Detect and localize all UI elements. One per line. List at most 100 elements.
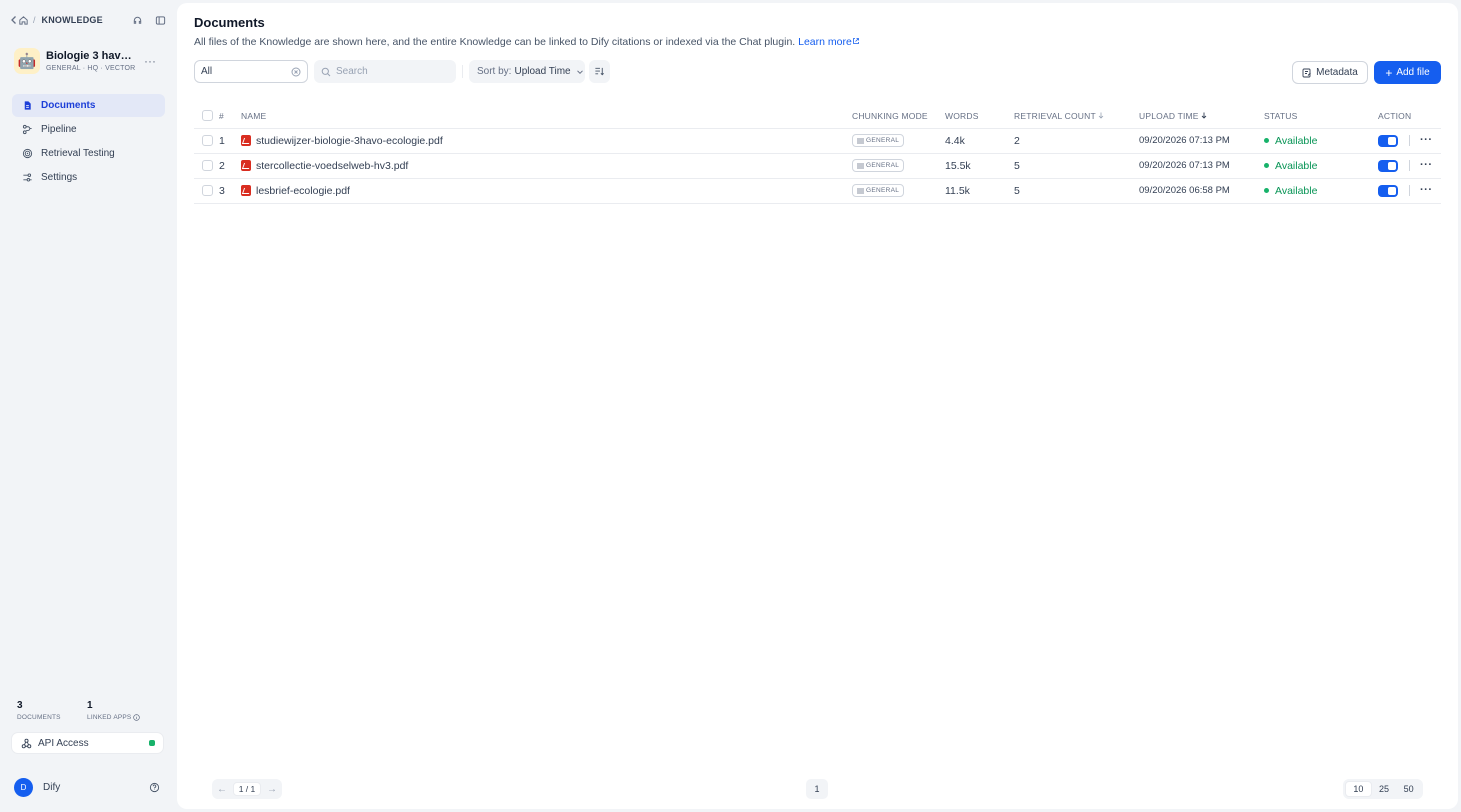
table-row[interactable]: 3 lesbrief-ecologie.pdf GENERAL 11.5k 5 …: [194, 178, 1441, 204]
pipeline-icon: [22, 124, 32, 135]
user-name: Dify: [43, 781, 61, 793]
more-icon[interactable]: ···: [1420, 185, 1433, 197]
table-row[interactable]: 1 studiewijzer-biologie-3havo-ecologie.p…: [194, 128, 1441, 154]
status-label: Available: [1275, 159, 1318, 172]
add-file-button[interactable]: + Add file: [1374, 61, 1441, 84]
info-icon[interactable]: [133, 714, 141, 721]
metadata-icon: [1302, 68, 1311, 77]
header-retrieval-count[interactable]: RETRIEVAL COUNT: [1014, 104, 1139, 129]
learn-more-label: Learn more: [798, 36, 852, 48]
stat-linked-apps-label: LINKED APPS: [87, 714, 132, 721]
action-divider: [1409, 160, 1410, 172]
row-checkbox[interactable]: [202, 160, 213, 172]
sort-direction-button[interactable]: [589, 60, 610, 83]
row-upload-time: 09/20/2026 06:58 PM: [1139, 178, 1264, 204]
row-name: studiewijzer-biologie-3havo-ecologie.pdf: [256, 134, 443, 147]
row-retrieval-count: 5: [1014, 153, 1139, 179]
stat-documents-value: 3: [17, 700, 23, 711]
row-name-cell[interactable]: lesbrief-ecologie.pdf: [241, 178, 852, 204]
headset-icon[interactable]: [132, 15, 143, 26]
select-all-checkbox[interactable]: [202, 110, 213, 122]
breadcrumb-knowledge[interactable]: KNOWLEDGE: [42, 15, 103, 25]
sidebar-item-documents[interactable]: Documents: [12, 94, 165, 117]
external-link-icon: [852, 38, 859, 44]
header-chunking-mode: CHUNKING MODE: [852, 104, 945, 129]
help-icon[interactable]: [149, 782, 160, 793]
more-options-icon[interactable]: ···: [144, 54, 164, 68]
page-title: Documents: [194, 15, 265, 30]
header-index: #: [219, 104, 241, 129]
chevron-down-icon: [576, 69, 583, 74]
row-checkbox[interactable]: [202, 135, 213, 147]
table-row[interactable]: 2 stercollectie-voedselweb-hv3.pdf GENER…: [194, 153, 1441, 179]
back-chevron-icon[interactable]: [10, 15, 18, 25]
chunk-icon: [857, 163, 864, 168]
enable-toggle[interactable]: [1378, 134, 1398, 147]
pagination-controls: ← 1 / 1 →: [212, 779, 282, 799]
row-index: 2: [219, 153, 241, 179]
row-checkbox[interactable]: [202, 185, 213, 197]
chunking-badge: GENERAL: [852, 184, 905, 197]
page-size-option[interactable]: 10: [1345, 781, 1372, 797]
status-filter-select[interactable]: All: [194, 60, 308, 83]
metadata-button[interactable]: Metadata: [1292, 61, 1368, 84]
breadcrumb-separator: /: [33, 15, 36, 25]
prev-page-arrow-icon[interactable]: ←: [217, 784, 227, 795]
sidebar-item-label: Settings: [41, 172, 78, 183]
row-status-cell: Available: [1264, 128, 1378, 154]
status-dot: [1264, 188, 1269, 194]
header-action: ACTION: [1378, 104, 1441, 129]
row-name: lesbrief-ecologie.pdf: [256, 184, 350, 197]
sort-descending-icon: [595, 67, 604, 76]
home-icon[interactable]: [18, 15, 29, 26]
sidebar-item-retrieval-testing[interactable]: Retrieval Testing: [12, 142, 165, 165]
sidebar-item-settings[interactable]: Settings: [12, 166, 165, 189]
collapse-sidebar-icon[interactable]: [155, 15, 166, 26]
chunking-badge: GENERAL: [852, 159, 905, 172]
user-account[interactable]: D Dify: [14, 777, 164, 797]
knowledge-name: Biologie 3 havo...: [46, 50, 136, 62]
sort-value: Upload Time: [514, 66, 571, 77]
row-name-cell[interactable]: studiewijzer-biologie-3havo-ecologie.pdf: [241, 128, 852, 154]
more-icon[interactable]: ···: [1420, 135, 1433, 147]
page-size-option[interactable]: 50: [1396, 782, 1421, 796]
page-number-button[interactable]: 1: [806, 779, 828, 799]
clear-icon[interactable]: [291, 67, 301, 77]
next-page-arrow-icon[interactable]: →: [267, 784, 277, 795]
status-label: Available: [1275, 134, 1318, 147]
knowledge-avatar: 🤖: [14, 48, 40, 74]
sidebar-item-pipeline[interactable]: Pipeline: [12, 118, 165, 141]
chunking-label: GENERAL: [866, 187, 900, 194]
enable-toggle[interactable]: [1378, 184, 1398, 197]
api-access-button[interactable]: API Access: [11, 732, 164, 754]
stat-linked-apps-value: 1: [87, 700, 93, 711]
page-size-option[interactable]: 25: [1372, 782, 1397, 796]
search-input[interactable]: Search: [314, 60, 456, 83]
sort-select[interactable]: Sort by: Upload Time: [469, 60, 585, 83]
sidebar-nav: Documents Pipeline Retrieval Testing Set…: [12, 94, 165, 190]
sort-prefix: Sort by:: [477, 66, 512, 77]
header-name: NAME: [241, 104, 852, 129]
plus-icon: +: [1385, 65, 1393, 80]
more-icon[interactable]: ···: [1420, 160, 1433, 172]
row-chunking-cell: GENERAL: [852, 153, 945, 179]
main-panel: Documents All files of the Knowledge are…: [177, 3, 1458, 809]
row-words: 15.5k: [945, 153, 1014, 179]
avatar: D: [14, 777, 33, 797]
row-status-cell: Available: [1264, 178, 1378, 204]
stat-linked-apps: 1 LINKED APPS: [87, 700, 157, 721]
status-badge: Available: [1264, 160, 1317, 172]
header-upload-label: UPLOAD TIME: [1139, 110, 1199, 121]
enable-toggle[interactable]: [1378, 159, 1398, 172]
filter-value: All: [201, 66, 213, 77]
document-icon: [24, 101, 31, 110]
learn-more-link[interactable]: Learn more: [798, 36, 860, 48]
row-name-cell[interactable]: stercollectie-voedselweb-hv3.pdf: [241, 153, 852, 179]
status-dot: [1264, 138, 1269, 144]
status-dot: [1264, 163, 1269, 169]
header-upload-time[interactable]: UPLOAD TIME: [1139, 104, 1264, 129]
row-words: 11.5k: [945, 178, 1014, 204]
documents-table: # NAME CHUNKING MODE WORDS RETRIEVAL COU…: [194, 104, 1441, 204]
row-name: stercollectie-voedselweb-hv3.pdf: [256, 159, 409, 172]
row-action-cell: ···: [1378, 128, 1441, 154]
